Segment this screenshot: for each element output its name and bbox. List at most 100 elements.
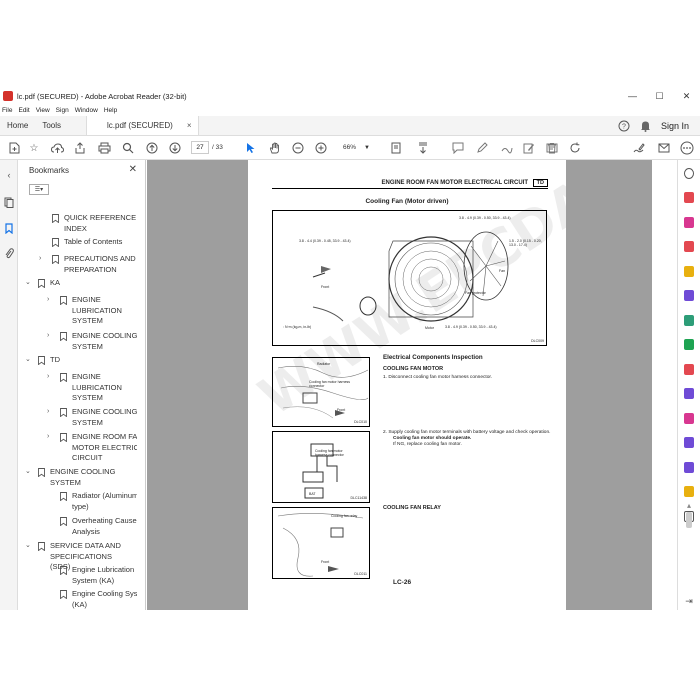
relay-section-title: COOLING FAN RELAY <box>383 505 441 511</box>
attachment-icon[interactable] <box>3 247 15 259</box>
page-thumbnails-icon[interactable] <box>3 196 15 208</box>
bookmark-item[interactable]: ⌄ TD <box>25 355 130 366</box>
delete-icon[interactable] <box>545 141 559 155</box>
menu-file[interactable]: File <box>2 107 12 114</box>
rotate-icon[interactable] <box>568 141 582 155</box>
fill-sign-icon[interactable] <box>632 141 646 155</box>
torque-label-c: 1.5 - 2.0 (0.15 - 0.20, 13.0 - 17.4) <box>509 239 542 247</box>
chevron-right-icon[interactable]: › <box>47 432 55 443</box>
menu-edit[interactable]: Edit <box>18 107 29 114</box>
edit-text-icon[interactable] <box>522 141 536 155</box>
tab-home[interactable]: Home <box>0 116 35 135</box>
sign-in-button[interactable]: Sign In <box>661 121 689 131</box>
measure-icon[interactable] <box>682 485 696 499</box>
bookmark-item[interactable]: Engine Lubrication System (KA) <box>59 565 137 586</box>
next-page-icon[interactable] <box>168 141 182 155</box>
tab-tools[interactable]: Tools <box>35 116 68 135</box>
chevron-right-icon[interactable]: › <box>39 254 47 265</box>
step-2-note: If NG, replace cooling fan motor. <box>393 442 462 447</box>
certificates-icon[interactable] <box>682 460 696 474</box>
zoom-search-icon[interactable] <box>682 166 696 180</box>
minimize-button[interactable]: — <box>619 87 646 105</box>
page-fit-icon[interactable] <box>389 141 403 155</box>
chevron-right-icon[interactable]: › <box>47 331 55 342</box>
bookmark-item[interactable]: Table of Contents <box>51 237 137 248</box>
redact-icon[interactable] <box>682 362 696 376</box>
bookmark-item[interactable]: ⌄ ENGINE COOLING SYSTEM <box>25 467 130 488</box>
create-pdf-icon-shape <box>684 241 694 252</box>
previous-page-icon[interactable] <box>145 141 159 155</box>
bookmark-icon[interactable] <box>3 222 15 234</box>
notifications-bell-icon[interactable] <box>639 119 653 133</box>
bookmark-item[interactable]: › ENGINE LUBRICATION SYSTEM <box>47 295 137 327</box>
bookmark-label: Engine Lubrication System (KA) <box>72 565 135 585</box>
chevron-down-icon[interactable]: ⌄ <box>25 541 33 552</box>
highlight-pen-icon[interactable] <box>475 141 489 155</box>
zoom-in-icon[interactable] <box>314 141 328 155</box>
scroll-mode-icon[interactable] <box>416 141 430 155</box>
scroll-up-icon[interactable]: ▴ <box>682 498 696 512</box>
bookmark-item[interactable]: › ENGINE COOLING SYSTEM <box>47 407 137 428</box>
protect-icon[interactable] <box>682 387 696 401</box>
share-icon[interactable] <box>73 141 87 155</box>
right-scrollbar-thumb[interactable] <box>686 512 692 528</box>
menu-help[interactable]: Help <box>104 107 117 114</box>
email-icon[interactable] <box>657 141 671 155</box>
comment-icon[interactable] <box>451 141 465 155</box>
menu-window[interactable]: Window <box>75 107 98 114</box>
document-viewport[interactable]: WWW.EPCDATA.COM ENGINE ROOM FAN MOTOR EL… <box>147 160 652 610</box>
zoom-level-dropdown[interactable]: 66% ▼ <box>335 141 375 154</box>
bookmark-item[interactable]: QUICK REFERENCE INDEX <box>51 213 137 234</box>
create-pdf-icon[interactable] <box>682 240 696 254</box>
close-panel-icon[interactable]: ✕ <box>129 164 137 175</box>
close-window-button[interactable]: ✕ <box>673 87 700 105</box>
print-icon[interactable] <box>97 141 111 155</box>
more-tools-icon[interactable] <box>680 141 694 155</box>
chevron-right-icon[interactable]: › <box>47 372 55 383</box>
organize-pages-icon[interactable] <box>682 313 696 327</box>
maximize-button[interactable]: ☐ <box>646 87 673 105</box>
comment-tool-icon[interactable] <box>682 264 696 278</box>
create-icon[interactable] <box>7 141 21 155</box>
fill-sign-tool-icon[interactable] <box>682 411 696 425</box>
figure-code-2: DLC010 <box>354 420 367 424</box>
bookmark-icon <box>59 331 67 341</box>
expand-panel-icon[interactable]: ‹ <box>3 169 15 181</box>
edit-pdf-icon[interactable] <box>682 215 696 229</box>
bookmark-item[interactable]: › ENGINE LUBRICATION SYSTEM <box>47 372 137 404</box>
scan-icon[interactable] <box>682 338 696 352</box>
upload-cloud-icon[interactable] <box>50 141 64 155</box>
bookmark-item[interactable]: Radiator (Aluminum type) <box>59 491 137 512</box>
export-pdf-icon[interactable] <box>682 191 696 205</box>
menu-view[interactable]: View <box>36 107 50 114</box>
bookmark-item[interactable]: Engine Cooling System (KA) <box>59 589 137 610</box>
bookmark-item[interactable]: › PRECAUTIONS AND PREPARATION <box>39 254 137 275</box>
star-icon[interactable]: ☆ <box>27 141 41 155</box>
chevron-down-icon[interactable]: ⌄ <box>25 355 33 366</box>
draw-icon[interactable] <box>500 141 514 155</box>
bookmark-item[interactable]: Overheating Cause Analysis <box>59 516 137 537</box>
chevron-right-icon[interactable]: › <box>47 407 55 418</box>
tab-document[interactable]: lc.pdf (SECURED) × <box>86 116 199 135</box>
close-tab-icon[interactable]: × <box>187 121 192 130</box>
battery-test-diagram <box>302 443 338 499</box>
battery-label: BAT <box>309 492 316 496</box>
page-number-input[interactable]: 27 <box>191 141 209 154</box>
bookmark-options-button[interactable]: ☰▾ <box>29 183 49 195</box>
hand-tool-icon[interactable] <box>268 141 282 155</box>
chevron-down-icon[interactable]: ⌄ <box>25 278 33 289</box>
send-for-review-icon[interactable] <box>682 436 696 450</box>
chevron-right-icon[interactable]: › <box>47 295 55 306</box>
select-cursor-icon[interactable] <box>244 141 258 155</box>
bookmark-item[interactable]: ⌄ KA <box>25 278 130 289</box>
bookmark-item[interactable]: › ENGINE COOLING SYSTEM <box>47 331 137 352</box>
zoom-out-icon[interactable] <box>291 141 305 155</box>
search-icon[interactable] <box>121 141 135 155</box>
bookmark-item[interactable]: › ENGINE ROOM FAN MOTOR ELECTRICAL CIRCUI… <box>47 432 137 464</box>
help-icon[interactable]: ? <box>617 119 631 133</box>
combine-files-icon[interactable] <box>682 289 696 303</box>
menu-sign[interactable]: Sign <box>56 107 69 114</box>
collapse-tools-icon[interactable]: ⇥ <box>682 594 696 608</box>
chevron-down-icon[interactable]: ⌄ <box>25 467 33 478</box>
front-label-2: Front <box>337 408 346 412</box>
